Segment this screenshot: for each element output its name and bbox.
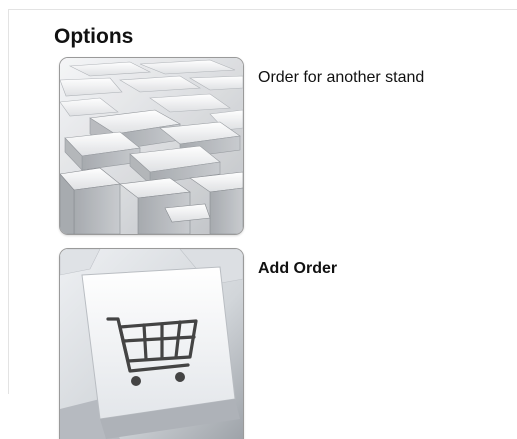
blocks-icon[interactable] [59, 57, 244, 235]
option-label-add-order[interactable]: Add Order [258, 259, 337, 279]
options-panel: Options Order for another stand Add Orde… [0, 0, 517, 439]
option-label-order-another-stand[interactable]: Order for another stand [258, 68, 424, 88]
shopping-cart-icon[interactable] [59, 248, 244, 439]
panel-left-border [8, 9, 9, 394]
option-order-another-stand[interactable] [59, 57, 244, 235]
panel-top-border [8, 9, 517, 10]
options-heading: Options [54, 25, 134, 48]
option-add-order[interactable] [59, 248, 244, 439]
